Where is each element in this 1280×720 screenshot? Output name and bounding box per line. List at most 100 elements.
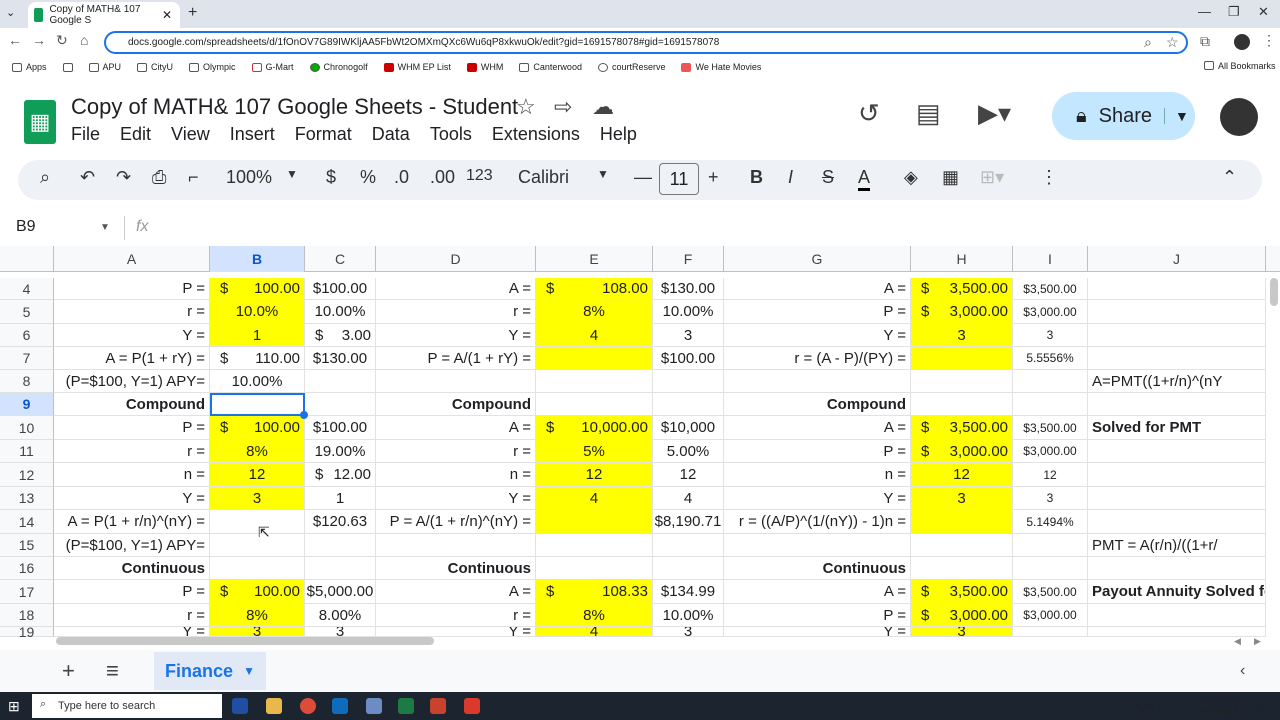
cell-d12[interactable]: n = bbox=[376, 463, 536, 487]
back-icon[interactable]: ← bbox=[8, 32, 22, 48]
cell-h14[interactable] bbox=[911, 510, 1013, 534]
share-dropdown-icon[interactable]: ▼ bbox=[1164, 108, 1189, 124]
cell-i16[interactable] bbox=[1013, 557, 1088, 580]
cell-i11[interactable]: $3,000.00 bbox=[1013, 440, 1088, 463]
comments-icon[interactable]: ▤ bbox=[916, 98, 941, 129]
row-header-14[interactable]: 14 bbox=[0, 510, 54, 534]
cell-j16[interactable] bbox=[1088, 557, 1266, 580]
cell-c6[interactable]: $3.00 bbox=[305, 324, 376, 347]
cell-c17[interactable]: $5,000.00 bbox=[305, 580, 376, 604]
cell-j10[interactable]: Solved for PMT bbox=[1088, 416, 1266, 440]
cell-d8[interactable] bbox=[376, 370, 536, 393]
bookmark-canterwood[interactable]: Canterwood bbox=[519, 62, 582, 72]
notifications-icon[interactable]: ▭ bbox=[1254, 698, 1265, 712]
horizontal-scrollbar[interactable] bbox=[56, 637, 434, 645]
col-header-g[interactable]: G bbox=[724, 246, 911, 272]
bookmark-gmart[interactable]: G-Mart bbox=[251, 62, 294, 72]
cell-g16[interactable]: Continuous bbox=[724, 557, 911, 580]
cell-i6[interactable]: 3 bbox=[1013, 324, 1088, 347]
cell-d17[interactable]: A = bbox=[376, 580, 536, 604]
formula-input[interactable] bbox=[170, 216, 1270, 240]
cell-e4[interactable]: $108.00 bbox=[536, 278, 653, 300]
cell-d11[interactable]: r = bbox=[376, 440, 536, 463]
more-formats-button[interactable]: 123 bbox=[466, 167, 493, 185]
cell-d9[interactable]: Compound bbox=[376, 393, 536, 416]
col-header-e[interactable]: E bbox=[536, 246, 653, 272]
cell-a18[interactable]: r = bbox=[54, 604, 210, 627]
cell-a10[interactable]: P = bbox=[54, 416, 210, 440]
row-header-16[interactable]: 16 bbox=[0, 557, 54, 580]
extensions-icon[interactable]: ⧉ bbox=[1200, 33, 1210, 50]
cell-f17[interactable]: $134.99 bbox=[653, 580, 724, 604]
windows-start-icon[interactable]: ⊞ bbox=[8, 698, 20, 715]
col-header-j[interactable]: J bbox=[1088, 246, 1266, 272]
menu-insert[interactable]: Insert bbox=[230, 124, 275, 145]
cell-b6[interactable]: 1 bbox=[210, 324, 305, 347]
cell-e11[interactable]: 5% bbox=[536, 440, 653, 463]
cell-j6[interactable] bbox=[1088, 324, 1266, 347]
merge-cells-icon[interactable]: ⊞▾ bbox=[980, 167, 1004, 188]
cell-i5[interactable]: $3,000.00 bbox=[1013, 300, 1088, 324]
cell-b17[interactable]: $100.00 bbox=[210, 580, 305, 604]
all-bookmarks[interactable]: All Bookmarks bbox=[1204, 61, 1276, 71]
fill-color-icon[interactable]: ◈ bbox=[904, 167, 918, 188]
col-header-a[interactable]: A bbox=[54, 246, 210, 272]
cell-d14[interactable]: P = A/(1 + r/n)^(nY) = bbox=[376, 510, 536, 534]
cell-f14[interactable]: $8,190.71 bbox=[653, 510, 724, 534]
scroll-right-icon[interactable]: ▶ bbox=[1254, 636, 1261, 647]
selected-cell-b9[interactable] bbox=[210, 393, 305, 416]
tray-icons[interactable]: ⌃ ◐ ▭ ♪ bbox=[1124, 700, 1161, 711]
cell-d15[interactable] bbox=[376, 534, 536, 557]
bookmark-chronogolf[interactable]: Chronogolf bbox=[309, 62, 368, 72]
clock[interactable]: 11:33 AM 4/17/2025 bbox=[1198, 694, 1238, 716]
increase-decimal-button[interactable]: .00 bbox=[430, 167, 455, 188]
name-box[interactable]: B9 bbox=[16, 218, 36, 236]
cell-f10[interactable]: $10,000 bbox=[653, 416, 724, 440]
cell-h16[interactable] bbox=[911, 557, 1013, 580]
cell-j17[interactable]: Payout Annuity Solved fo bbox=[1088, 580, 1266, 604]
cell-e17[interactable]: $108.33 bbox=[536, 580, 653, 604]
cell-j8[interactable]: A=PMT((1+r/n)^(nY bbox=[1088, 370, 1266, 393]
cell-a8[interactable]: (P=$100, Y=1) APY= bbox=[54, 370, 210, 393]
close-window-icon[interactable]: ✕ bbox=[1258, 4, 1269, 20]
row-header-12[interactable]: 12 bbox=[0, 463, 54, 487]
zoom-icon[interactable]: ⌕ bbox=[1144, 34, 1152, 51]
cell-a13[interactable]: Y = bbox=[54, 487, 210, 510]
cell-e15[interactable] bbox=[536, 534, 653, 557]
cell-b8[interactable]: 10.00% bbox=[210, 370, 305, 393]
cell-h17[interactable]: $3,500.00 bbox=[911, 580, 1013, 604]
restore-icon[interactable]: ❐ bbox=[1228, 4, 1240, 20]
cell-j7[interactable] bbox=[1088, 347, 1266, 370]
currency-format-button[interactable]: $ bbox=[326, 167, 336, 188]
row-header-5[interactable]: 5 bbox=[0, 300, 54, 324]
font-size-input[interactable]: 11 bbox=[659, 163, 699, 195]
cell-d13[interactable]: Y = bbox=[376, 487, 536, 510]
cell-a4[interactable]: P = bbox=[54, 278, 210, 300]
cell-h19[interactable]: 3 bbox=[911, 627, 1013, 637]
row-header-19[interactable]: 19 bbox=[0, 624, 54, 640]
cell-i18[interactable]: $3,000.00 bbox=[1013, 604, 1088, 627]
cell-e10[interactable]: $10,000.00 bbox=[536, 416, 653, 440]
cell-b4[interactable]: $100.00 bbox=[210, 278, 305, 300]
cell-h15[interactable] bbox=[911, 534, 1013, 557]
cell-g5[interactable]: P = bbox=[724, 300, 911, 324]
cell-j4[interactable] bbox=[1088, 278, 1266, 300]
bookmark-olympic[interactable]: Olympic bbox=[189, 62, 236, 72]
menu-data[interactable]: Data bbox=[372, 124, 410, 145]
cell-j11[interactable] bbox=[1088, 440, 1266, 463]
cell-a16[interactable]: Continuous bbox=[54, 557, 210, 580]
cell-e6[interactable]: 4 bbox=[536, 324, 653, 347]
cell-e5[interactable]: 8% bbox=[536, 300, 653, 324]
row-header-6[interactable]: 6 bbox=[0, 324, 54, 347]
cell-b13[interactable]: 3 bbox=[210, 487, 305, 510]
print-icon[interactable]: ⎙ bbox=[152, 167, 166, 188]
taskbar-search[interactable]: ⌕ Type here to search bbox=[32, 694, 222, 718]
cell-f4[interactable]: $130.00 bbox=[653, 278, 724, 300]
cell-f13[interactable]: 4 bbox=[653, 487, 724, 510]
cell-d4[interactable]: A = bbox=[376, 278, 536, 300]
cell-a12[interactable]: n = bbox=[54, 463, 210, 487]
col-header-d[interactable]: D bbox=[376, 246, 536, 272]
cell-c10[interactable]: $100.00 bbox=[305, 416, 376, 440]
star-icon[interactable]: ☆ bbox=[516, 94, 536, 120]
sheet-tab-finance[interactable]: Finance ▼ bbox=[154, 652, 266, 690]
